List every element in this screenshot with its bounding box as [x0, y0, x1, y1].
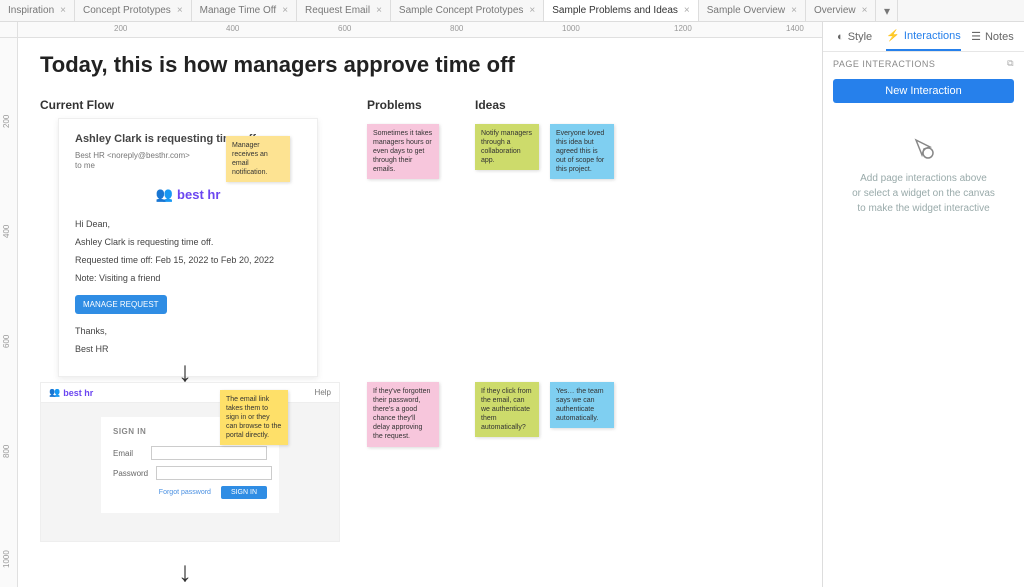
tab-manage-time-off[interactable]: Manage Time Off× [192, 0, 297, 21]
sticky-note[interactable]: The email link takes them to sign in or … [220, 390, 288, 445]
signin-button[interactable]: SIGN IN [221, 486, 267, 499]
column-current-flow[interactable]: Current Flow [40, 98, 114, 112]
email-field[interactable] [151, 446, 267, 460]
close-icon[interactable]: × [282, 5, 288, 16]
help-link[interactable]: Help [315, 388, 331, 397]
tab-request-email[interactable]: Request Email× [297, 0, 391, 21]
brand-logo: 👥best hr [49, 387, 93, 398]
sticky-note[interactable]: If they've forgotten their password, the… [367, 382, 439, 447]
tab-inspiration[interactable]: Inspiration× [0, 0, 75, 21]
tab-bar: Inspiration× Concept Prototypes× Manage … [0, 0, 1024, 22]
ruler-horizontal[interactable]: 200 400 600 800 1000 1200 1400 [18, 22, 822, 38]
tab-sample-problems-ideas[interactable]: Sample Problems and Ideas× [544, 0, 698, 21]
notes-icon: ☰ [971, 30, 981, 43]
close-icon[interactable]: × [60, 5, 66, 16]
login-portal-widget[interactable]: 👥best hr Help SIGN IN Email Password For… [40, 382, 340, 542]
new-interaction-button[interactable]: New Interaction [833, 79, 1014, 103]
sticky-note[interactable]: Manager receives an email notification. [226, 136, 290, 182]
close-icon[interactable]: × [177, 5, 183, 16]
inspector-tab-interactions[interactable]: ⚡Interactions [886, 22, 961, 51]
arrow-down-icon[interactable]: ↓ [178, 556, 192, 587]
section-title: PAGE INTERACTIONS [833, 59, 935, 69]
close-icon[interactable]: × [376, 5, 382, 16]
tab-sample-overview[interactable]: Sample Overview× [699, 0, 806, 21]
style-icon: ◐ [837, 31, 844, 43]
inspector-empty-state: Add page interactions above or select a … [823, 117, 1024, 236]
tab-concept-prototypes[interactable]: Concept Prototypes× [75, 0, 192, 21]
column-problems[interactable]: Problems [367, 98, 422, 112]
inspector-tab-notes[interactable]: ☰Notes [961, 22, 1024, 51]
tab-overview[interactable]: Overview× [806, 0, 877, 21]
ruler-corner [0, 22, 18, 38]
manage-request-button[interactable]: MANAGE REQUEST [75, 295, 167, 314]
cursor-icon [912, 137, 936, 161]
inspector-panel: ◐Style ⚡Interactions ☰Notes PAGE INTERAC… [822, 22, 1024, 587]
close-icon[interactable]: × [862, 5, 868, 16]
forgot-password-link[interactable]: Forgot password [159, 489, 211, 496]
sticky-note[interactable]: If they click from the email, can we aut… [475, 382, 539, 437]
page-title[interactable]: Today, this is how managers approve time… [40, 52, 515, 78]
ruler-vertical[interactable]: 200 400 600 800 1000 [0, 38, 18, 587]
sticky-note[interactable]: Sometimes it takes managers hours or eve… [367, 124, 439, 179]
column-ideas[interactable]: Ideas [475, 98, 506, 112]
people-icon: 👥 [156, 186, 173, 203]
sticky-note[interactable]: Everyone loved this idea but agreed this… [550, 124, 614, 179]
tab-sample-concept-prototypes[interactable]: Sample Concept Prototypes× [391, 0, 544, 21]
design-canvas[interactable]: Today, this is how managers approve time… [18, 38, 822, 587]
brand-logo: 👥best hr [75, 186, 301, 203]
close-icon[interactable]: × [684, 5, 690, 16]
sticky-note[interactable]: Notify managers through a collaboration … [475, 124, 539, 170]
interactions-icon: ⚡ [886, 29, 900, 42]
password-field[interactable] [156, 466, 272, 480]
popout-icon[interactable]: ⧉ [1007, 58, 1014, 69]
close-icon[interactable]: × [791, 5, 797, 16]
tabs-overflow-button[interactable]: ▾ [876, 0, 898, 21]
close-icon[interactable]: × [529, 5, 535, 16]
sticky-note[interactable]: Yes… the team says we can authenticate a… [550, 382, 614, 428]
inspector-tab-style[interactable]: ◐Style [823, 22, 886, 51]
people-icon: 👥 [49, 387, 60, 398]
